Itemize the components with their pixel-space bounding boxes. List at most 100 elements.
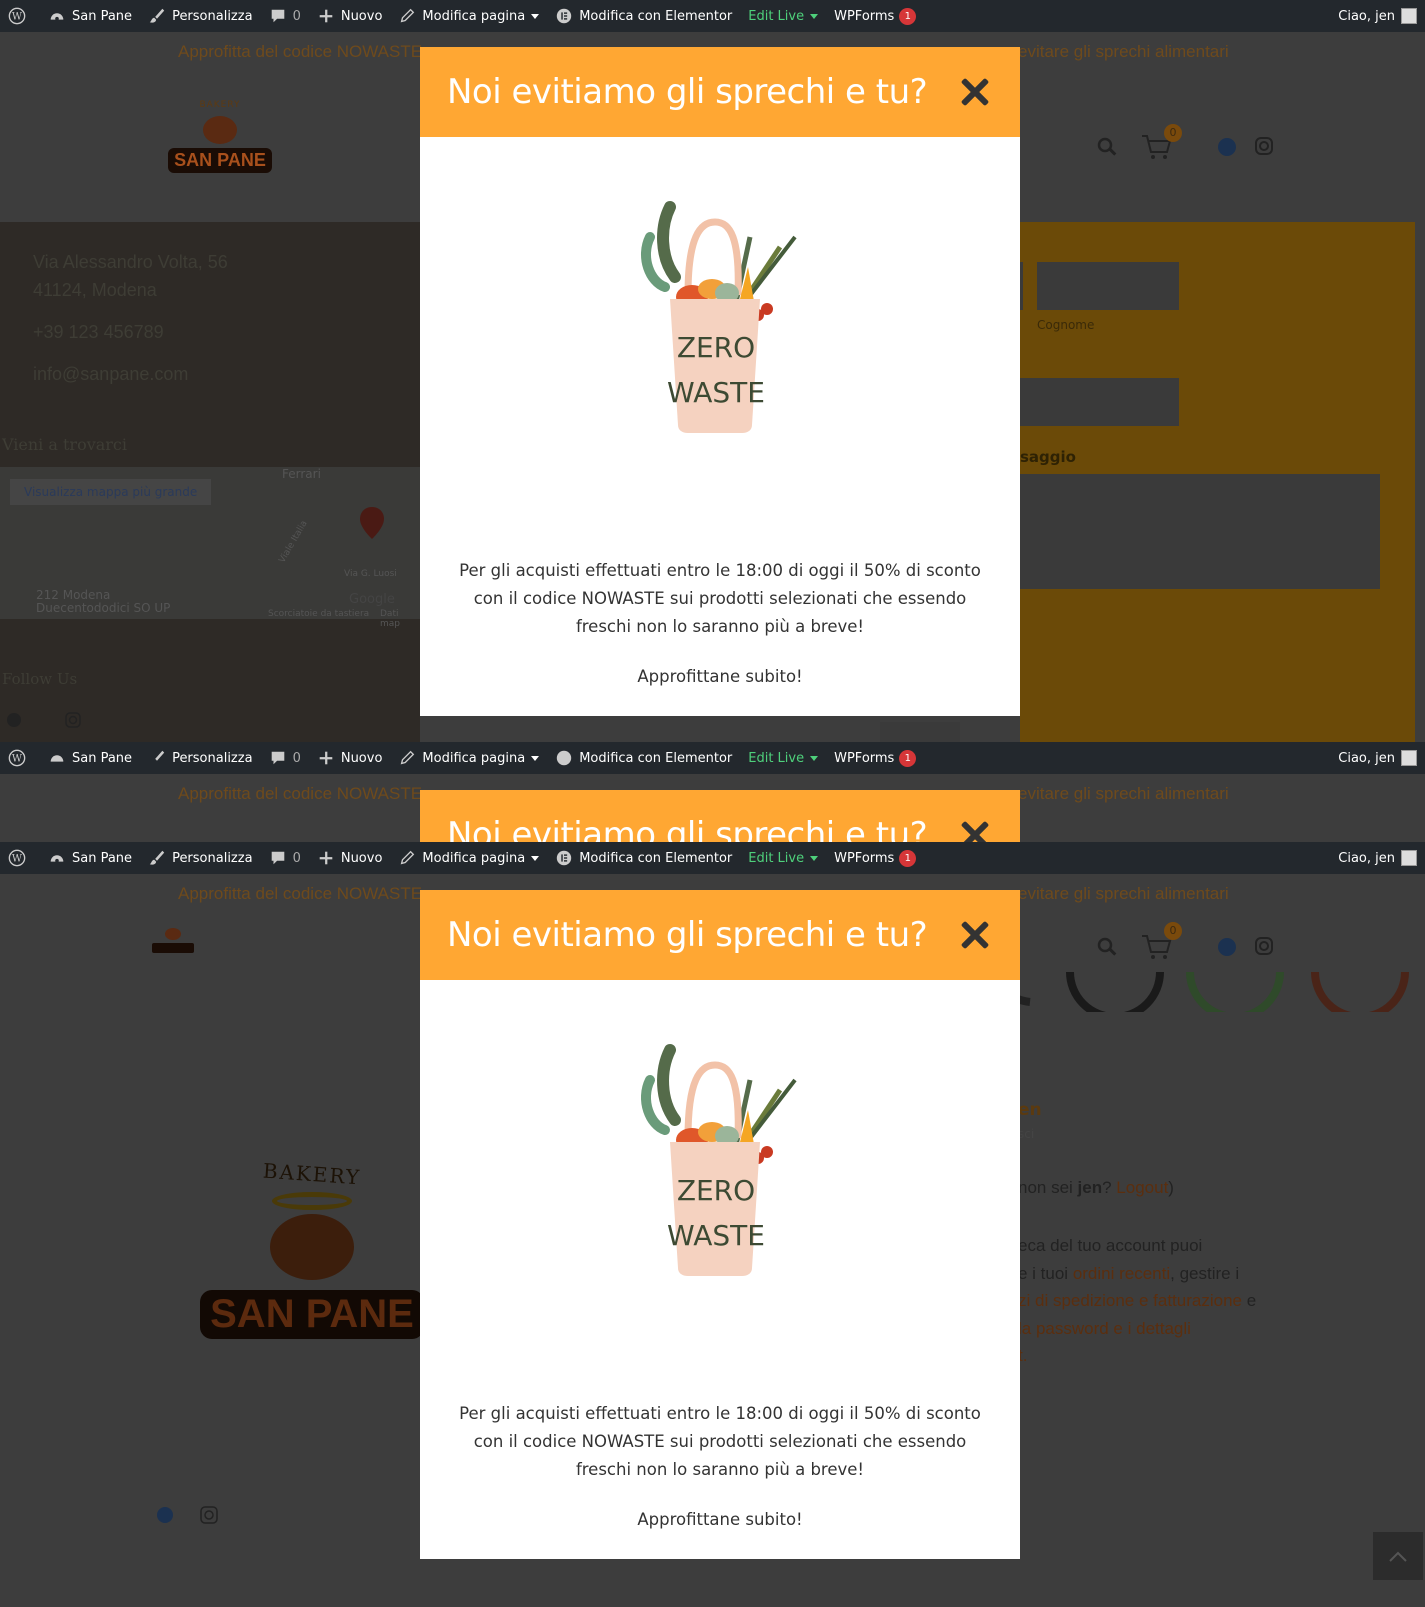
- logo-bakery-text: BAKERY: [199, 100, 241, 110]
- comments-link[interactable]: 0: [261, 842, 309, 874]
- facebook-icon[interactable]: [156, 1506, 174, 1524]
- message-textarea[interactable]: [1020, 474, 1380, 589]
- account-menu[interactable]: Ciao, jen: [1330, 742, 1425, 774]
- wp-admin-bar: W San Pane Personalizza 0 Nuovo Modifica…: [0, 0, 1425, 32]
- facebook-icon[interactable]: [1217, 137, 1237, 157]
- address-line-1: Via Alessandro Volta, 56: [33, 252, 228, 272]
- facebook-icon[interactable]: [1217, 937, 1237, 957]
- instagram-icon[interactable]: [65, 712, 81, 728]
- bag-text-line-1: ZERO: [677, 331, 755, 364]
- wpforms-menu[interactable]: WPForms 1: [826, 742, 924, 774]
- svg-text:W: W: [12, 854, 23, 865]
- edit-page-menu[interactable]: Modifica pagina: [390, 0, 547, 32]
- popup-body: ZERO WASTE Per gli acquisti effettuati e…: [420, 137, 1020, 716]
- site-name-menu[interactable]: San Pane: [40, 742, 140, 774]
- brush-icon: [155, 750, 165, 761]
- account-line-paren: ): [1168, 1178, 1174, 1197]
- recent-orders-link[interactable]: ordini recenti: [1073, 1264, 1170, 1283]
- close-icon[interactable]: [960, 77, 990, 107]
- logout-link[interactable]: Logout: [1116, 1178, 1168, 1197]
- account-line-text: non sei: [1018, 1178, 1078, 1197]
- site-name-label: San Pane: [72, 8, 133, 24]
- dashboard-icon: [50, 755, 64, 762]
- site-logo-small[interactable]: [152, 928, 194, 964]
- email-text[interactable]: info@sanpane.com: [33, 360, 228, 388]
- account-details-link[interactable]: la password e i dettagli: [1018, 1315, 1256, 1343]
- greeting-label: Ciao, jen: [1338, 850, 1395, 866]
- bread-icon: [270, 1214, 354, 1280]
- new-content-menu[interactable]: Nuovo: [309, 842, 391, 874]
- phone-text[interactable]: +39 123 456789: [33, 318, 228, 346]
- edit-page-menu[interactable]: Modifica pagina: [390, 742, 547, 774]
- submit-button[interactable]: [880, 722, 960, 742]
- facebook-icon[interactable]: [6, 712, 22, 728]
- search-icon[interactable]: [1096, 936, 1118, 958]
- wpforms-label: WPForms: [834, 8, 895, 24]
- edit-live-label: Edit Live: [748, 8, 805, 24]
- wpforms-label: WPForms: [834, 750, 895, 766]
- dashboard-icon: [50, 855, 64, 863]
- wp-logo-menu[interactable]: W: [0, 0, 40, 32]
- site-name-menu[interactable]: San Pane: [40, 842, 140, 874]
- elementor-link[interactable]: Modifica con Elementor: [547, 0, 740, 32]
- new-content-menu[interactable]: Nuovo: [309, 0, 391, 32]
- edit-page-menu[interactable]: Modifica pagina: [390, 842, 547, 874]
- chevron-down-icon: [531, 13, 540, 19]
- dashboard-icon: [50, 13, 64, 21]
- instagram-icon[interactable]: [1254, 136, 1274, 156]
- instagram-icon[interactable]: [1254, 936, 1274, 956]
- site-logo[interactable]: BAKERY SAN PANE: [168, 100, 272, 192]
- plus-icon: [319, 751, 333, 765]
- customize-link[interactable]: Personalizza: [140, 0, 261, 32]
- wp-logo-menu[interactable]: W: [0, 742, 40, 774]
- instagram-icon[interactable]: [200, 1506, 218, 1524]
- popup-header: Noi evitiamo gli sprechi e tu?: [420, 47, 1020, 137]
- edit-page-label: Modifica pagina: [422, 8, 526, 24]
- elementor-link[interactable]: Modifica con Elementor: [547, 742, 740, 774]
- surname-field[interactable]: [1037, 262, 1179, 310]
- edit-live-label: Edit Live: [748, 850, 805, 866]
- popup-cta-text: Approfittane subito!: [637, 667, 803, 686]
- scroll-to-top-button[interactable]: [1373, 1532, 1423, 1580]
- map-larger-link[interactable]: Visualizza mappa più grande: [10, 479, 212, 505]
- notification-badge: 1: [899, 849, 917, 867]
- pencil-icon: [401, 850, 415, 865]
- edit-live-menu[interactable]: Edit Live: [740, 842, 826, 874]
- wp-logo-menu[interactable]: W: [0, 842, 40, 874]
- popup-header: Noi evitiamo gli sprechi e tu?: [420, 790, 1020, 842]
- map-shortcuts-link[interactable]: Scorciatoie da tastiera: [268, 609, 369, 619]
- map-data-link[interactable]: Dati map: [380, 609, 420, 629]
- wpforms-menu[interactable]: WPForms 1: [826, 842, 924, 874]
- elementor-label: Modifica con Elementor: [579, 750, 733, 766]
- wpforms-menu[interactable]: WPForms 1: [826, 0, 924, 32]
- message-label: saggio: [1020, 448, 1076, 466]
- close-icon[interactable]: [960, 820, 990, 842]
- edit-live-menu[interactable]: Edit Live: [740, 0, 826, 32]
- edit-live-menu[interactable]: Edit Live: [740, 742, 826, 774]
- site-name-menu[interactable]: San Pane: [40, 0, 140, 32]
- customize-link[interactable]: Personalizza: [140, 842, 261, 874]
- customize-link[interactable]: Personalizza: [140, 742, 261, 774]
- comments-link[interactable]: 0: [261, 0, 309, 32]
- email-field[interactable]: [1020, 378, 1179, 426]
- popup-title: Noi evitiamo gli sprechi e tu?: [447, 915, 928, 955]
- chevron-up-icon: [1389, 1551, 1407, 1562]
- map-pin-icon: [360, 507, 384, 539]
- screenshot-composite: W San Pane Personalizza 0 Nuovo Modifica…: [0, 0, 1425, 1607]
- close-icon[interactable]: [960, 920, 990, 950]
- new-content-menu[interactable]: Nuovo: [309, 742, 391, 774]
- customize-label: Personalizza: [172, 8, 253, 24]
- account-menu[interactable]: Ciao, jen: [1330, 0, 1425, 32]
- account-desc-line-1: eca del tuo account puoi: [1018, 1236, 1203, 1255]
- addresses-link[interactable]: zi di spedizione e fatturazione: [1018, 1291, 1242, 1310]
- account-menu[interactable]: Ciao, jen: [1330, 842, 1425, 874]
- plus-icon: [319, 9, 333, 23]
- popup-title: Noi evitiamo gli sprechi e tu?: [447, 815, 928, 842]
- page-view-2-partial: W San Pane Personalizza 0 Nuovo Modifica…: [0, 742, 1425, 842]
- map-embed[interactable]: Visualizza mappa più grande Ferrari 212 …: [0, 467, 420, 629]
- zero-waste-illustration: ZERO WASTE: [450, 980, 990, 1400]
- popup-cta-text: Approfittane subito!: [637, 1510, 803, 1529]
- comments-link[interactable]: 0: [261, 742, 309, 774]
- search-icon[interactable]: [1096, 136, 1118, 158]
- elementor-link[interactable]: Modifica con Elementor: [547, 842, 740, 874]
